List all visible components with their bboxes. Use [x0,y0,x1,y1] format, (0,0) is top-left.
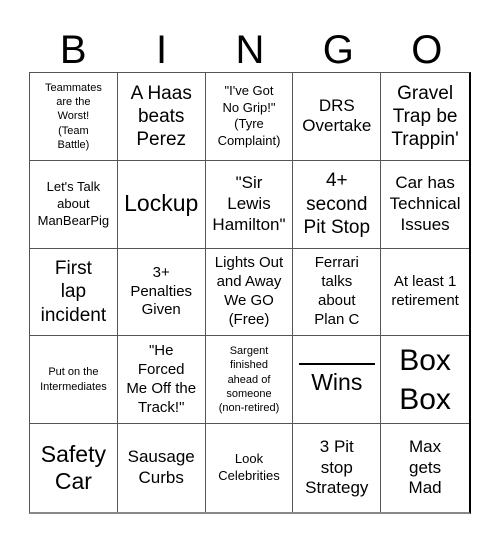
cell-text: Lockup [124,190,199,217]
bingo-cell[interactable]: "I've Got No Grip!" (Tyre Complaint) [205,73,294,161]
cell-text: Let's Talk about ManBearPig [37,178,110,228]
cell-text: Teammates are the Worst! (Team Battle) [44,81,102,151]
bingo-cell[interactable]: Max gets Mad [381,424,469,512]
bingo-cell[interactable]: Put on the Intermediates [30,336,118,425]
cell-text: Put on the Intermediates [40,366,107,393]
bingo-cell[interactable]: Car has Technical Issues [381,161,469,249]
header-letter-i: I [156,28,168,72]
bingo-cell[interactable]: Wins [293,336,382,425]
bingo-cell[interactable]: 3+ Penalties Given [117,248,206,337]
bingo-cell[interactable]: Ferrari talks about Plan C [293,248,382,337]
bingo-cell[interactable]: At least 1 retirement [381,249,469,337]
cell-text: Safety Car [40,440,106,495]
bingo-grid: Teammates are the Worst! (Team Battle) A… [29,72,471,514]
cell-text: Sargent finished ahead of someone (non-r… [218,345,280,415]
bingo-cell[interactable]: DRS Overtake [293,73,382,161]
cell-text: Sausage Curbs [127,447,195,488]
cell-text: 3 Pit stop Strategy [305,436,369,498]
bingo-cell[interactable]: 4+ second Pit Stop [293,160,382,249]
cell-text: First lap incident [40,258,107,326]
bingo-cell[interactable]: Let's Talk about ManBearPig [30,160,118,249]
bingo-cell[interactable]: Sargent finished ahead of someone (non-r… [205,336,294,425]
cell-text: 3+ Penalties Given [130,263,193,319]
bingo-cell[interactable]: Sausage Curbs [118,424,206,512]
cell-text: Box Box [399,343,451,416]
cell-text: 4+ second Pit Stop [303,170,371,238]
fill-in-blank-line [298,362,375,365]
cell-text: At least 1 retirement [391,273,459,309]
bingo-header: B I N G O [29,28,471,72]
bingo-cell[interactable]: First lap incident [30,248,118,337]
cell-text: A Haas beats Perez [130,82,192,150]
header-letter-b: B [59,28,87,72]
cell-text: "I've Got No Grip!" (Tyre Complaint) [217,82,281,149]
bingo-cell[interactable]: Lockup [117,160,206,249]
bingo-cell[interactable]: Teammates are the Worst! (Team Battle) [30,73,118,161]
cell-text: Wins [311,368,363,395]
cell-text: Look Celebrities [218,451,280,484]
bingo-cell[interactable]: Box Box [381,336,469,425]
bingo-cell[interactable]: 3 Pit stop Strategy [293,424,382,512]
cell-text: "He Forced Me Off the Track!" [126,342,197,416]
cell-text: Max gets Mad [408,436,442,498]
cell-text: DRS Overtake [302,95,372,136]
header-letter-n: N [235,28,265,72]
bingo-cell[interactable]: Safety Car [30,424,118,512]
header-letter-o: O [411,28,443,72]
cell-text: Gravel Trap be Trappin' [391,82,459,150]
bingo-cell[interactable]: Look Celebrities [206,424,294,512]
cell-text: "Sir Lewis Hamilton" [212,173,286,234]
cell-text: Lights Out and Away We GO (Free) [214,254,284,328]
bingo-cell[interactable]: Lights Out and Away We GO (Free) [205,248,294,337]
header-letter-g: G [322,28,354,72]
cell-blank-wrapper: Wins [298,362,375,397]
cell-text: Car has Technical Issues [389,173,461,234]
bingo-cell[interactable]: A Haas beats Perez [117,73,206,161]
bingo-cell[interactable]: Gravel Trap be Trappin' [381,73,469,161]
bingo-cell[interactable]: "Sir Lewis Hamilton" [205,160,294,249]
bingo-cell[interactable]: "He Forced Me Off the Track!" [117,336,206,425]
cell-text: Ferrari talks about Plan C [314,254,360,328]
